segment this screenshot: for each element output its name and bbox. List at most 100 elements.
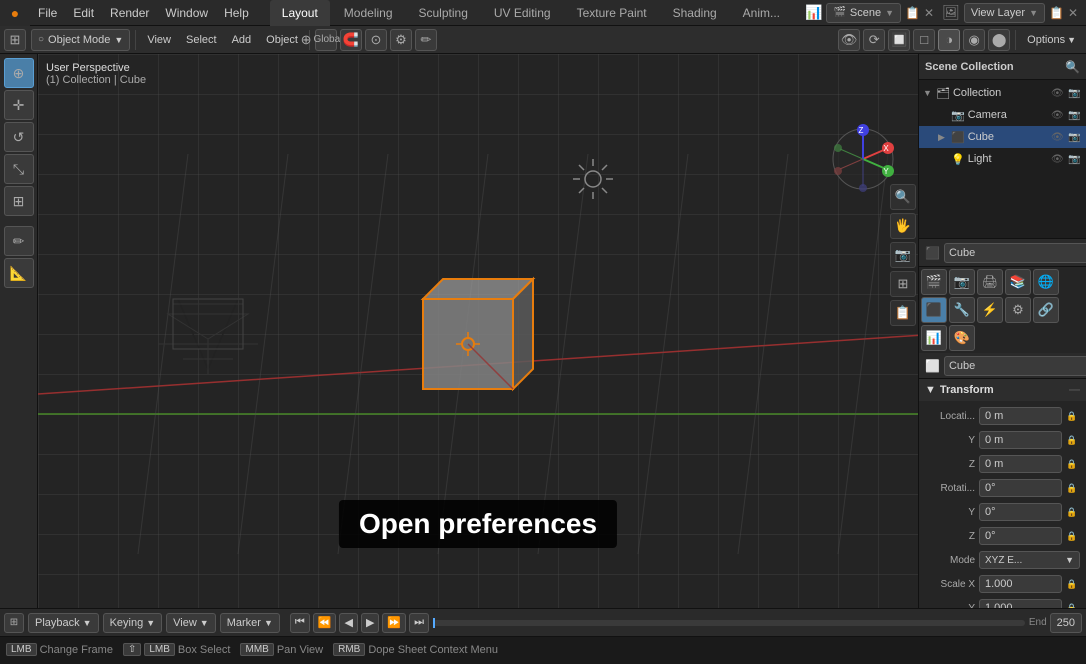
view-3d-icon[interactable]: 👁 [838,29,860,51]
prop-tab-particles[interactable]: ⚡ [977,297,1003,323]
step-back-btn[interactable]: ⏪ [313,613,337,633]
scale-y-value[interactable]: 1.000 [979,599,1062,608]
blender-logo[interactable]: ● [0,0,30,26]
marker-menu-btn[interactable]: Marker ▼ [220,613,280,633]
view-layer-close[interactable]: ✕ [1068,6,1078,20]
scale-y-lock[interactable]: 🔒 [1066,603,1080,609]
view-layer-selector[interactable]: View Layer ▼ [964,3,1045,23]
tab-texture-paint[interactable]: Texture Paint [565,0,659,26]
view-layer-new[interactable]: 📋 [1049,6,1064,20]
location-y-value[interactable]: 0 m [979,431,1062,449]
prop-tab-material[interactable]: 🎨 [949,325,975,351]
outliner-item-scene-collection[interactable]: ▼ 🗂 Collection 👁 📷 [919,82,1086,104]
light-render-icon[interactable]: 📷 [1068,154,1082,165]
outliner-item-cube[interactable]: ▶ ⬛ Cube 👁 📷 [919,126,1086,148]
jump-start-btn[interactable]: ⏮ [290,613,310,633]
rotation-y-lock[interactable]: 🔒 [1066,507,1080,518]
scene-close-icon[interactable]: ✕ [924,6,934,20]
gizmos-btn[interactable]: ⟳ [863,29,885,51]
overlays-btn[interactable]: 🔲 [888,29,910,51]
outliner-item-camera[interactable]: ▶ 📷 Camera 👁 📷 [919,104,1086,126]
prop-tab-world[interactable]: 🌐 [1033,269,1059,295]
end-frame-field[interactable]: 250 [1050,613,1082,633]
rotation-y-value[interactable]: 0° [979,503,1062,521]
rotation-z-lock[interactable]: 🔒 [1066,531,1080,542]
scene-eye-icon[interactable]: 👁 [1051,88,1065,99]
playback-menu-btn[interactable]: Playback ▼ [28,613,99,633]
prop-tab-scene[interactable]: 🎬 [921,269,947,295]
menu-help[interactable]: Help [216,0,257,26]
prop-tab-object[interactable]: ⬛ [921,297,947,323]
prop-tab-data[interactable]: 📊 [921,325,947,351]
outliner-filter-icon[interactable]: 🔍 [1065,60,1080,74]
timeline-scrubber[interactable] [433,620,1025,626]
data-name-field[interactable] [944,356,1086,376]
keying-menu-btn[interactable]: Keying ▼ [103,613,163,633]
menu-edit[interactable]: Edit [65,0,102,26]
location-x-value[interactable]: 0 m [979,407,1062,425]
zoom-out-btn[interactable]: 🖐 [890,213,916,239]
prop-tab-modifier[interactable]: 🔧 [949,297,975,323]
tool-rotate[interactable]: ↺ [4,122,34,152]
grease-pencil-btn[interactable]: ✏ [415,29,437,51]
location-x-lock[interactable]: 🔒 [1066,411,1080,422]
outliner-item-light[interactable]: ▶ 💡 Light 👁 📷 [919,148,1086,170]
shading-material-btn[interactable]: ◉ [963,29,985,51]
object-name-field[interactable] [944,243,1086,263]
view-menu-btn[interactable]: View [141,29,177,51]
rotation-z-value[interactable]: 0° [979,527,1062,545]
select-menu-btn[interactable]: Select [180,29,223,51]
rotation-x-value[interactable]: 0° [979,479,1062,497]
shading-wireframe-btn[interactable]: □ [913,29,935,51]
play-btn[interactable]: ▶ [361,613,379,633]
tool-cursor[interactable]: ⊕ [4,58,34,88]
object-menu-btn[interactable]: Object [260,29,304,51]
transform-global-btn[interactable]: ⊕ Global ▼ [315,29,337,51]
prop-tab-render[interactable]: 📷 [949,269,975,295]
light-eye-icon[interactable]: 👁 [1051,154,1065,165]
location-z-lock[interactable]: 🔒 [1066,459,1080,470]
tool-move[interactable]: ✛ [4,90,34,120]
shading-solid-btn[interactable]: ◑ [938,29,960,51]
scene-selector[interactable]: 🎬 Scene ▼ [826,3,901,23]
rotation-x-lock[interactable]: 🔒 [1066,483,1080,494]
step-forward-btn[interactable]: ⏩ [382,613,406,633]
tab-shading[interactable]: Shading [661,0,729,26]
activity-icon[interactable]: 📊 [805,4,822,21]
rotation-mode-dropdown[interactable]: XYZ E... ▼ [979,551,1080,569]
camera-render-icon[interactable]: 📷 [1068,110,1082,121]
play-reverse-btn[interactable]: ◀ [339,613,357,633]
add-menu-btn[interactable]: Add [226,29,258,51]
collections-btn[interactable]: 📋 [890,300,916,326]
cube-render-icon[interactable]: 📷 [1068,132,1082,143]
tool-scale[interactable]: ⤡ [4,154,34,184]
viewport-3d[interactable]: User Perspective (1) Collection | Cube X… [38,54,918,608]
tab-sculpting[interactable]: Sculpting [407,0,480,26]
scene-new-icon[interactable]: 📋 [905,6,920,20]
zoom-in-btn[interactable]: 🔍 [890,184,916,210]
viewport-gizmo[interactable]: X Y Z [828,124,898,194]
view-menu-btn[interactable]: View ▼ [166,613,216,633]
jump-end-btn[interactable]: ⏭ [409,613,429,633]
scale-x-value[interactable]: 1.000 [979,575,1062,593]
tool-annotate[interactable]: ✏ [4,226,34,256]
menu-window[interactable]: Window [157,0,216,26]
snap-btn[interactable]: 🧲 [340,29,362,51]
tab-layout[interactable]: Layout [270,0,330,26]
options-btn[interactable]: Options ▼ [1021,29,1082,51]
scale-x-lock[interactable]: 🔒 [1066,579,1080,590]
tool-transform[interactable]: ⊞ [4,186,34,216]
tab-animation[interactable]: Anim... [731,0,792,26]
prop-tab-constraints[interactable]: 🔗 [1033,297,1059,323]
menu-file[interactable]: File [30,0,65,26]
shading-render-btn[interactable]: ⬤ [988,29,1010,51]
location-z-value[interactable]: 0 m [979,455,1062,473]
cube-eye-icon[interactable]: 👁 [1051,132,1065,143]
tab-modeling[interactable]: Modeling [332,0,405,26]
camera-eye-icon[interactable]: 👁 [1051,110,1065,121]
camera-view-btn[interactable]: 📷 [890,242,916,268]
top-ortho-btn[interactable]: ⊞ [890,271,916,297]
prop-tab-view-layer[interactable]: 📚 [1005,269,1031,295]
location-y-lock[interactable]: 🔒 [1066,435,1080,446]
proportional-edit-btn[interactable]: ⊙ [365,29,387,51]
